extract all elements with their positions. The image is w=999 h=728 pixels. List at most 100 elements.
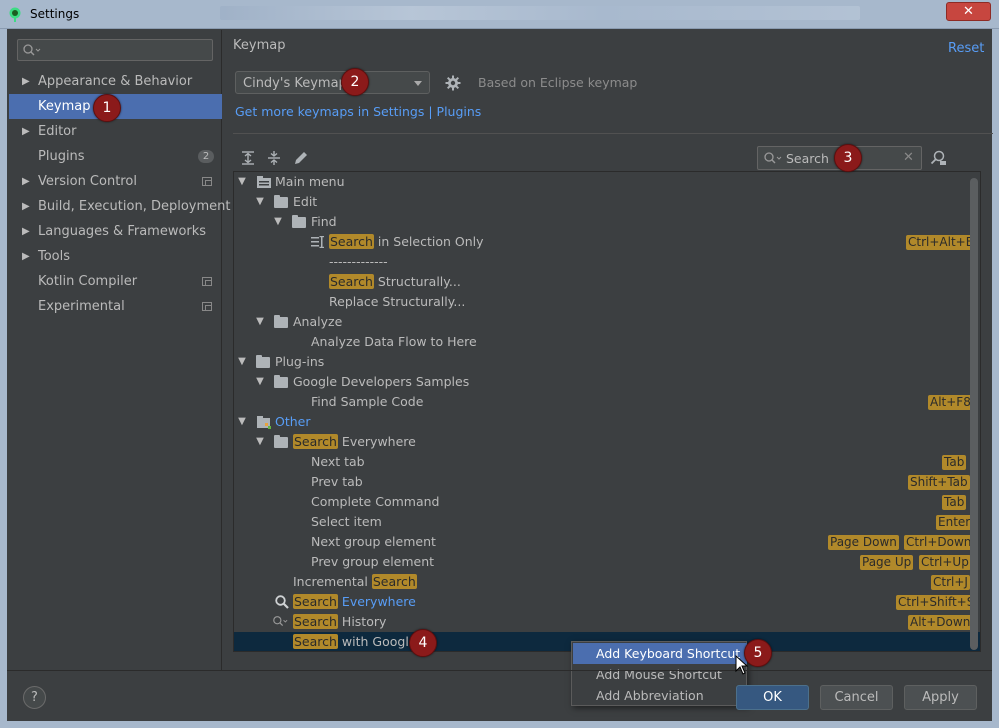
tree-row-search-everywhere-group[interactable]: ▼ Search Everywhere xyxy=(234,432,980,452)
settings-sidebar: ▶ Appearance & Behavior Keymap ▶ Editor … xyxy=(7,30,230,670)
expanded-arrow-icon[interactable]: ▼ xyxy=(254,192,266,212)
tree-row-search-in-selection[interactable]: Search in Selection Only Ctrl+Alt+E xyxy=(234,232,980,252)
sidebar-item-label: Languages & Frameworks xyxy=(38,224,207,239)
clear-search-icon[interactable]: ✕ xyxy=(903,150,914,165)
sidebar-item-label: Plugins xyxy=(38,149,85,164)
sidebar-item-plugins[interactable]: Plugins 2 xyxy=(9,144,222,169)
tree-row-other[interactable]: ▼ Other xyxy=(234,412,980,432)
tree-row-plug-ins[interactable]: ▼ Plug-ins xyxy=(234,352,980,372)
tree-row-find[interactable]: ▼ Find xyxy=(234,212,980,232)
tree-row-find-sample-code[interactable]: Find Sample Code Alt+F8 xyxy=(234,392,980,412)
add-abbreviation-item[interactable]: Add Abbreviation xyxy=(573,685,747,706)
divider xyxy=(7,670,992,671)
search-match-highlight: Search xyxy=(371,574,417,589)
expand-arrow-icon[interactable]: ▶ xyxy=(22,194,30,219)
tree-row-label-pre: Incremental xyxy=(293,574,372,589)
tree-row-label: Search in Selection Only xyxy=(329,232,484,252)
window-close-button[interactable]: ✕ xyxy=(946,2,991,21)
expanded-arrow-icon[interactable]: ▼ xyxy=(236,352,248,372)
expand-arrow-icon[interactable]: ▶ xyxy=(22,219,30,244)
search-icon xyxy=(23,44,41,56)
add-mouse-shortcut-item[interactable]: Add Mouse Shortcut xyxy=(573,664,747,685)
expanded-arrow-icon[interactable]: ▼ xyxy=(236,412,248,432)
sidebar-item-version-control[interactable]: ▶ Version Control xyxy=(9,169,222,194)
tree-row-label-rest: with Google xyxy=(337,634,417,649)
folder-icon xyxy=(274,315,288,328)
annotation-marker-4: 4 xyxy=(409,629,437,657)
ok-button[interactable]: OK xyxy=(736,685,809,710)
shortcut-badge: Ctrl+Up xyxy=(919,555,971,570)
search-match-highlight: Search xyxy=(329,274,374,289)
shortcut-badge: Ctrl+Shift+S xyxy=(896,595,977,610)
expanded-arrow-icon[interactable]: ▼ xyxy=(272,212,284,232)
sidebar-item-label: Build, Execution, Deployment xyxy=(38,199,231,214)
tree-row-search-everywhere[interactable]: Search Everywhere Ctrl+Shift+S xyxy=(234,592,980,612)
help-button[interactable]: ? xyxy=(23,686,46,709)
tree-row-next-tab[interactable]: Next tab Tab xyxy=(234,452,980,472)
shortcut-badge: Ctrl+J xyxy=(931,575,970,590)
tree-row-label: Edit xyxy=(293,194,318,209)
tree-row-label: Search History xyxy=(293,612,386,632)
tree-row-next-group[interactable]: Next group element Page Down Ctrl+Down xyxy=(234,532,980,552)
tree-row-edit[interactable]: ▼ Edit xyxy=(234,192,980,212)
shortcut-badge: Enter xyxy=(936,515,973,530)
shortcut-badge: Ctrl+Down xyxy=(904,535,974,550)
tree-row-replace-structurally[interactable]: Replace Structurally... xyxy=(234,292,980,312)
tree-row-google-dev-samples[interactable]: ▼ Google Developers Samples xyxy=(234,372,980,392)
edit-pencil-icon[interactable] xyxy=(293,150,309,166)
tree-row-label: Main menu xyxy=(275,174,345,189)
sidebar-item-languages[interactable]: ▶ Languages & Frameworks xyxy=(9,219,222,244)
tree-row-label: Search Everywhere xyxy=(293,592,416,612)
tree-row-complete-command[interactable]: Complete Command Tab xyxy=(234,492,980,512)
collapse-all-icon[interactable] xyxy=(266,150,282,166)
expanded-arrow-icon[interactable]: ▼ xyxy=(254,312,266,332)
expand-arrow-icon[interactable]: ▶ xyxy=(22,244,30,269)
find-by-shortcut-icon[interactable] xyxy=(930,149,947,166)
sidebar-item-tools[interactable]: ▶ Tools xyxy=(9,244,222,269)
more-keymaps-link[interactable]: Get more keymaps in Settings | Plugins xyxy=(235,104,481,119)
tree-row-analyze-data-flow[interactable]: Analyze Data Flow to Here xyxy=(234,332,980,352)
tree-row-main-menu[interactable]: ▼ Main menu xyxy=(234,172,980,192)
tree-scrollbar[interactable] xyxy=(970,178,978,650)
tree-row-label-rest: Structurally... xyxy=(373,274,461,289)
sidebar-item-label: Version Control xyxy=(38,174,137,189)
tree-row-analyze[interactable]: ▼ Analyze xyxy=(234,312,980,332)
expand-arrow-icon[interactable]: ▶ xyxy=(22,169,30,194)
expand-all-icon[interactable] xyxy=(240,150,256,166)
android-studio-icon xyxy=(9,7,21,22)
expanded-arrow-icon[interactable]: ▼ xyxy=(236,172,248,192)
sidebar-search-input[interactable] xyxy=(17,39,213,61)
keymap-action-tree[interactable]: ▼ Main menu ▼ Edit ▼ Find Search in Sele… xyxy=(233,171,981,652)
tree-row-search-structurally[interactable]: Search Structurally... xyxy=(234,272,980,292)
tree-row-prev-group[interactable]: Prev group element Page Up Ctrl+Up xyxy=(234,552,980,572)
sidebar-item-label: Kotlin Compiler xyxy=(38,274,138,289)
tree-row-select-item[interactable]: Select item Enter xyxy=(234,512,980,532)
reset-link[interactable]: Reset xyxy=(948,41,984,56)
tree-row-label-rest: Everywhere xyxy=(337,594,416,609)
gear-icon[interactable] xyxy=(445,75,461,91)
cancel-button[interactable]: Cancel xyxy=(820,685,893,710)
folder-icon xyxy=(274,435,288,448)
tree-row-label: Prev tab xyxy=(311,474,363,489)
sidebar-item-label: Appearance & Behavior xyxy=(38,74,193,89)
expanded-arrow-icon[interactable]: ▼ xyxy=(254,372,266,392)
keymap-dropdown[interactable]: Cindy's Keymap xyxy=(235,71,430,94)
tree-row-label: Search with Google xyxy=(293,632,417,651)
folder-icon xyxy=(256,355,270,368)
window-title: Settings xyxy=(30,7,80,21)
tree-row-search-history[interactable]: Search History Alt+Down xyxy=(234,612,980,632)
sidebar-item-appearance[interactable]: ▶ Appearance & Behavior xyxy=(9,69,222,94)
add-keyboard-shortcut-item[interactable]: Add Keyboard Shortcut xyxy=(573,643,747,664)
apply-button[interactable]: Apply xyxy=(904,685,977,710)
sidebar-item-editor[interactable]: ▶ Editor xyxy=(9,119,222,144)
tree-row-prev-tab[interactable]: Prev tab Shift+Tab xyxy=(234,472,980,492)
tree-row-label-rest: Everywhere xyxy=(337,434,416,449)
expanded-arrow-icon[interactable]: ▼ xyxy=(254,432,266,452)
expand-arrow-icon[interactable]: ▶ xyxy=(22,69,30,94)
sidebar-item-build[interactable]: ▶ Build, Execution, Deployment xyxy=(9,194,230,219)
folder-icon xyxy=(274,195,288,208)
tree-row-incremental-search[interactable]: Incremental Search Ctrl+J xyxy=(234,572,980,592)
expand-arrow-icon[interactable]: ▶ xyxy=(22,119,30,144)
sidebar-item-experimental[interactable]: Experimental xyxy=(9,294,222,319)
sidebar-item-kotlin-compiler[interactable]: Kotlin Compiler xyxy=(9,269,222,294)
